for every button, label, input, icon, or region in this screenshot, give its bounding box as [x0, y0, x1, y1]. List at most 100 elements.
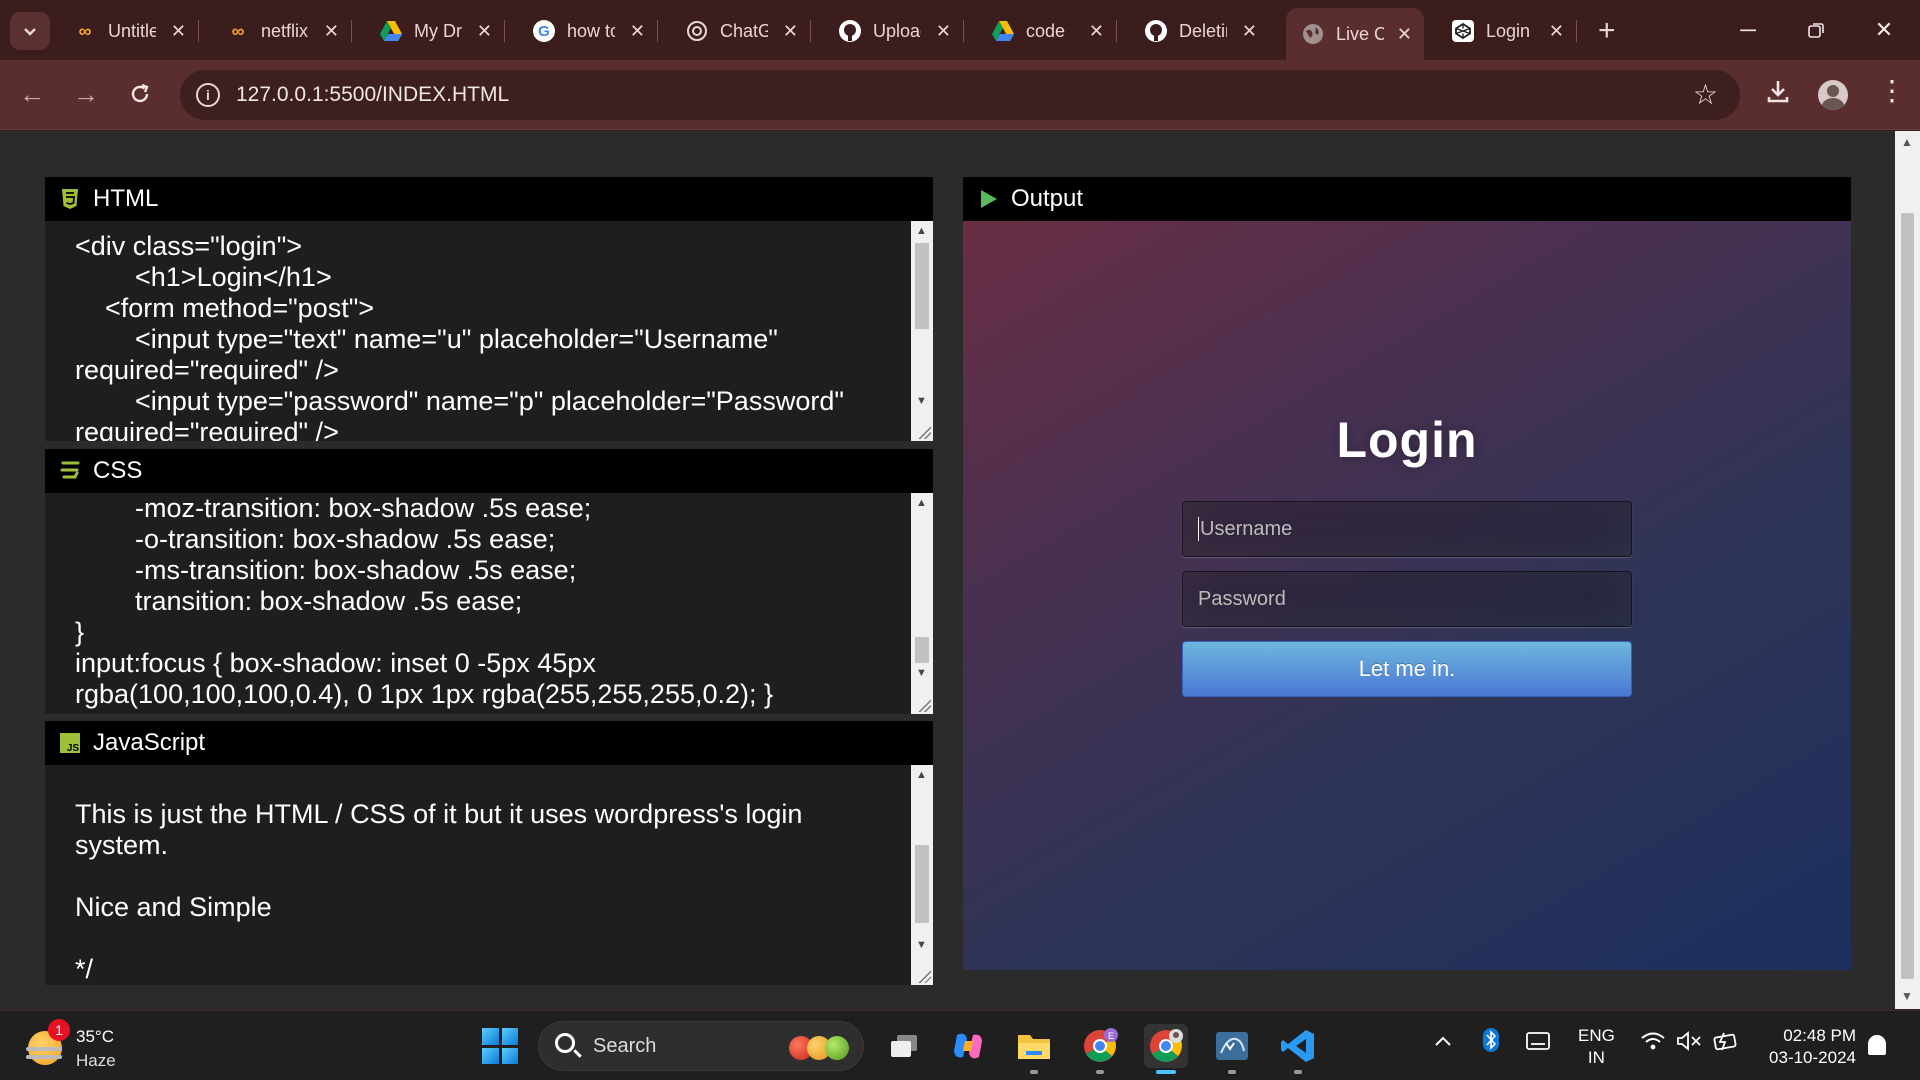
resize-grip-icon[interactable]: [917, 698, 931, 712]
file-explorer-icon[interactable]: [1012, 1024, 1056, 1074]
tab-search-button[interactable]: [10, 12, 50, 50]
mysql-workbench-icon[interactable]: [1210, 1024, 1254, 1074]
google-drive-icon: [990, 18, 1016, 44]
close-icon[interactable]: ✕: [1549, 21, 1564, 42]
language-indicator[interactable]: ENG IN: [1578, 1025, 1615, 1069]
username-input[interactable]: Username: [1182, 501, 1632, 557]
minimize-icon[interactable]: ─: [1718, 8, 1778, 52]
login-submit-button[interactable]: Let me in.: [1182, 641, 1632, 697]
output-panel-header: Output: [963, 177, 1851, 221]
tab-deleting[interactable]: Deleting ✕: [1129, 12, 1269, 50]
weather-widget[interactable]: 1 35°C Haze: [26, 1019, 176, 1071]
forward-arrow-icon[interactable]: →: [66, 74, 106, 114]
download-icon[interactable]: [1765, 78, 1791, 111]
show-hidden-icons-chevron-icon[interactable]: [1434, 1031, 1452, 1054]
css-editor-scrollbar[interactable]: ▲ ▼: [911, 493, 933, 714]
close-window-icon[interactable]: ✕: [1854, 8, 1914, 52]
scroll-up-arrow-icon[interactable]: ▲: [916, 769, 927, 781]
tab-how-to[interactable]: G how to ✕: [517, 12, 658, 50]
close-icon[interactable]: ✕: [630, 21, 645, 42]
notification-badge: 1: [48, 1019, 70, 1041]
scroll-up-arrow-icon[interactable]: ▲: [1901, 135, 1913, 149]
close-icon[interactable]: ✕: [936, 21, 951, 42]
address-bar[interactable]: i 127.0.0.1:5500/INDEX.HTML ☆: [180, 70, 1740, 120]
bookmark-star-icon[interactable]: ☆: [1693, 78, 1718, 111]
js-editor[interactable]: This is just the HTML / CSS of it but it…: [45, 765, 911, 985]
address-url[interactable]: 127.0.0.1:5500/INDEX.HTML: [236, 83, 509, 107]
scroll-down-arrow-icon[interactable]: ▼: [916, 667, 927, 679]
html-scroll-thumb[interactable]: [915, 243, 929, 329]
js-comment-line-3[interactable]: Nice and Simple: [75, 892, 272, 923]
tab-title: netflix: [261, 20, 309, 41]
tab-upload[interactable]: Upload ✕: [823, 12, 964, 50]
tab-my-drive[interactable]: My Drive ✕: [364, 12, 505, 50]
volume-muted-icon[interactable]: [1676, 1031, 1702, 1057]
menu-kebab-icon[interactable]: ⋮: [1878, 74, 1906, 107]
js-comment-line-2[interactable]: system.: [75, 830, 168, 861]
reload-icon[interactable]: [120, 74, 160, 114]
chrome-active-icon[interactable]: [1144, 1024, 1188, 1074]
tab-live-code[interactable]: Live Code ✕: [1286, 8, 1424, 60]
bluetooth-icon[interactable]: [1482, 1027, 1500, 1059]
css-scroll-thumb[interactable]: [915, 637, 929, 663]
close-icon[interactable]: ✕: [477, 21, 492, 42]
restore-icon[interactable]: [1786, 8, 1846, 52]
svg-text:JS: JS: [67, 743, 80, 754]
clock-date: 03-10-2024: [1769, 1048, 1856, 1067]
close-icon[interactable]: ✕: [1397, 24, 1412, 45]
tab-login[interactable]: Login ✕: [1436, 12, 1577, 50]
password-input[interactable]: Password: [1182, 571, 1632, 627]
new-tab-plus-icon[interactable]: +: [1598, 14, 1616, 48]
close-icon[interactable]: ✕: [324, 21, 339, 42]
html5-icon: [59, 188, 81, 210]
tab-chatgpt[interactable]: ChatGPT ✕: [670, 12, 811, 50]
github-icon: [1143, 18, 1169, 44]
copilot-icon[interactable]: [946, 1024, 990, 1068]
task-view-icon[interactable]: [882, 1024, 926, 1068]
notification-bell-icon[interactable]: [1868, 1035, 1886, 1055]
tab-netflix[interactable]: ∞ netflix ✕: [211, 12, 352, 50]
css-editor[interactable]: -moz-transition: box-shadow .5s ease; -o…: [45, 493, 911, 714]
resize-grip-icon[interactable]: [917, 969, 931, 983]
html-code[interactable]: <div class="login"> <h1>Login</h1> <form…: [75, 231, 844, 441]
vscode-icon[interactable]: [1276, 1024, 1320, 1074]
chrome-profile-icon[interactable]: E: [1078, 1024, 1122, 1074]
close-icon[interactable]: ✕: [1242, 21, 1257, 42]
play-icon: [977, 188, 999, 210]
browser-toolbar: ← → i 127.0.0.1:5500/INDEX.HTML ☆ ⋮: [0, 60, 1920, 130]
text-caret: [1198, 517, 1199, 541]
weather-temperature: 35°C: [76, 1027, 114, 1046]
js-scroll-thumb[interactable]: [915, 845, 929, 923]
close-icon[interactable]: ✕: [1089, 21, 1104, 42]
page-scrollbar[interactable]: ▲ ▼: [1895, 131, 1920, 1009]
scroll-up-arrow-icon[interactable]: ▲: [916, 497, 927, 509]
svg-text:E: E: [1108, 1031, 1114, 1041]
tab-code[interactable]: code ✕: [976, 12, 1117, 50]
html-editor-scrollbar[interactable]: ▲ ▼: [911, 221, 933, 441]
js-comment-line-1[interactable]: This is just the HTML / CSS of it but it…: [75, 799, 802, 830]
js-comment-line-4[interactable]: */: [75, 954, 93, 985]
close-icon[interactable]: ✕: [783, 21, 798, 42]
battery-charging-icon[interactable]: [1712, 1031, 1740, 1057]
close-icon[interactable]: ✕: [171, 21, 186, 42]
page-scroll-thumb[interactable]: [1901, 213, 1914, 979]
html-editor[interactable]: <div class="login"> <h1>Login</h1> <form…: [45, 221, 911, 441]
css-line[interactable]: -moz-transition: box-shadow .5s ease; -o…: [75, 493, 773, 710]
back-arrow-icon[interactable]: ←: [12, 74, 52, 114]
resize-grip-icon[interactable]: [917, 425, 931, 439]
js-panel-header: JS JavaScript: [45, 721, 933, 765]
taskbar-search[interactable]: Search: [538, 1021, 864, 1071]
scroll-up-arrow-icon[interactable]: ▲: [916, 225, 927, 237]
scroll-down-arrow-icon[interactable]: ▼: [916, 395, 927, 407]
scroll-down-arrow-icon[interactable]: ▼: [916, 939, 927, 951]
windows-start-icon[interactable]: [482, 1028, 518, 1064]
profile-avatar[interactable]: [1818, 80, 1848, 110]
site-info-icon[interactable]: i: [196, 83, 220, 107]
touch-keyboard-icon[interactable]: [1526, 1031, 1550, 1057]
js-editor-scrollbar[interactable]: ▲ ▼: [911, 765, 933, 985]
system-clock[interactable]: 02:48 PM 03-10-2024: [1754, 1025, 1856, 1069]
tab-untitled[interactable]: ∞ Untitled ✕: [58, 12, 199, 50]
windows-taskbar: 1 35°C Haze Search E ENG IN 02:48 PM 03-…: [0, 1010, 1920, 1080]
wifi-icon[interactable]: [1640, 1031, 1666, 1057]
scroll-down-arrow-icon[interactable]: ▼: [1901, 989, 1913, 1003]
